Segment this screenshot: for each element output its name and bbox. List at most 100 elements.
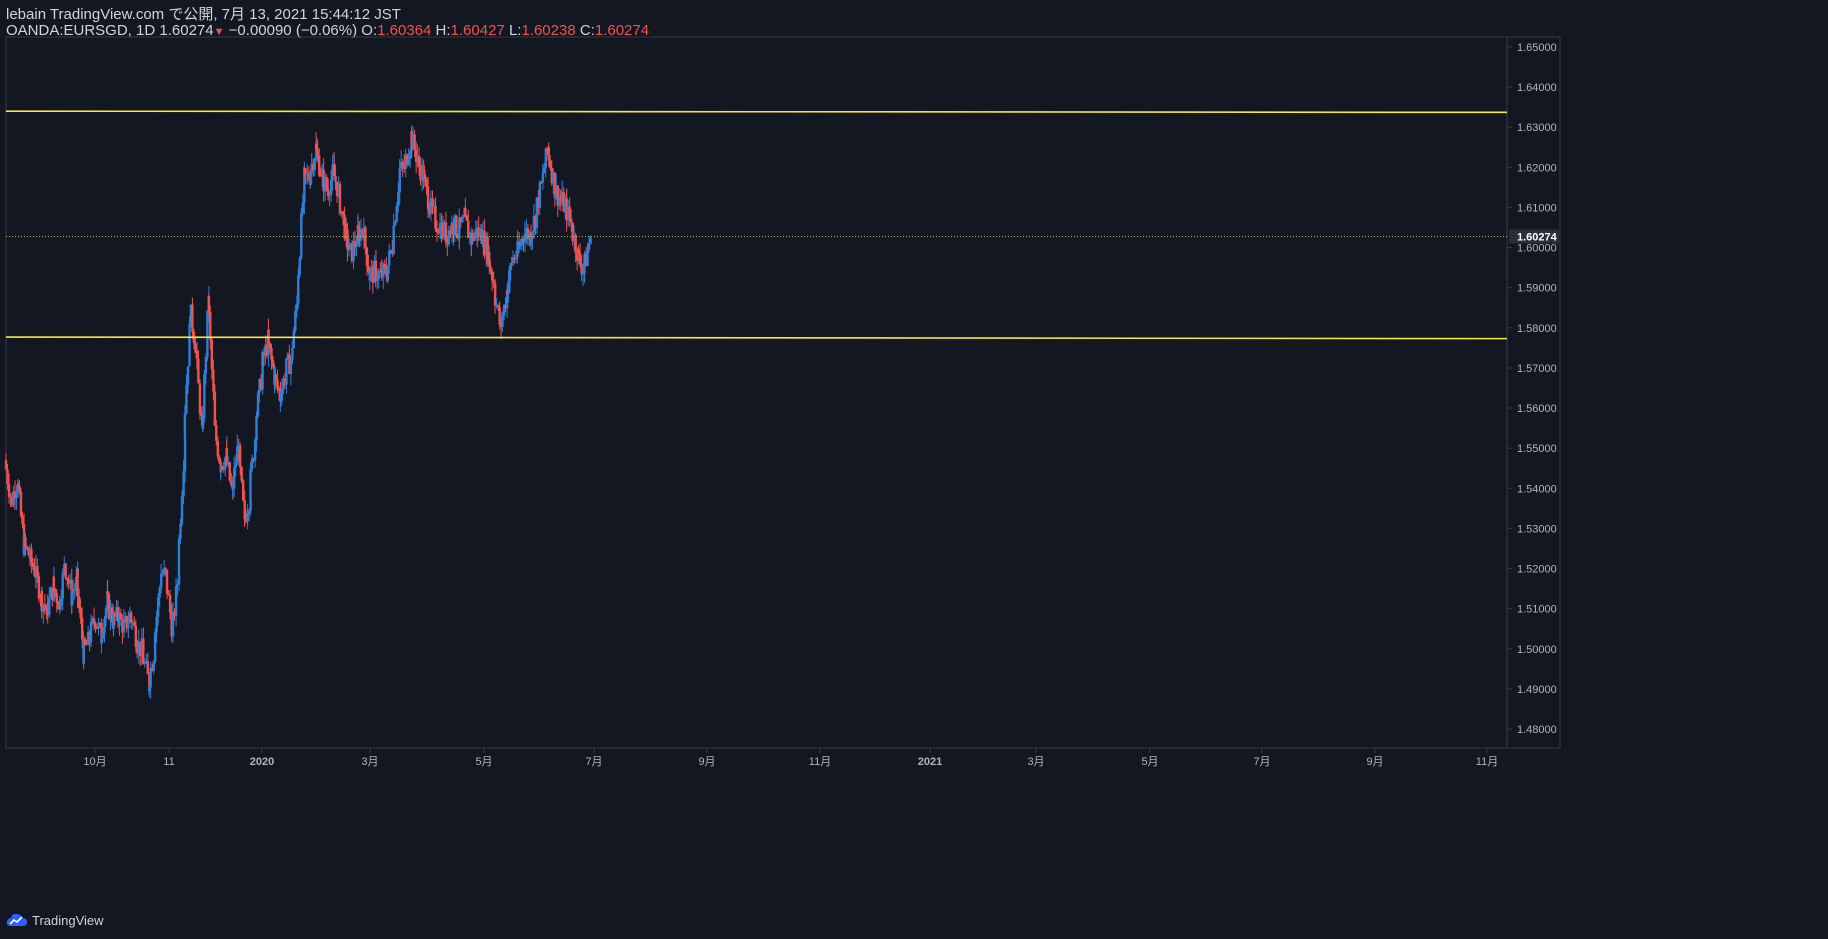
- x-tick-label: 3月: [1027, 756, 1044, 768]
- y-tick-label: 1.56000: [1517, 403, 1557, 415]
- candle-body: [18, 485, 21, 492]
- candle-body: [270, 348, 273, 360]
- chart-screen: lebain TradingView.com で公開, 7月 13, 2021 …: [0, 0, 1828, 939]
- candle-body: [538, 182, 542, 208]
- candle-body: [164, 568, 167, 571]
- horizontal-level-line[interactable]: [5, 110, 1508, 114]
- y-tick-label: 1.65000: [1517, 42, 1557, 54]
- y-tick-label: 1.50000: [1517, 644, 1557, 656]
- candle-body: [177, 539, 181, 577]
- candle-body: [89, 621, 93, 643]
- candle-body: [431, 198, 434, 208]
- candle-body: [462, 215, 466, 217]
- x-tick-label: 5月: [1141, 756, 1158, 768]
- candle-body: [279, 400, 282, 402]
- candle-body: [377, 270, 381, 279]
- candle-body: [210, 339, 214, 370]
- candle-body: [206, 310, 209, 358]
- candle-body: [76, 568, 79, 597]
- candle-body: [228, 462, 231, 481]
- candle-body: [496, 305, 500, 307]
- candle-body: [586, 249, 589, 266]
- candle-body: [268, 342, 272, 349]
- y-tick-label: 1.58000: [1517, 323, 1557, 335]
- y-tick-label: 1.51000: [1517, 604, 1557, 616]
- candle-body: [103, 618, 106, 634]
- candle-body: [589, 237, 592, 244]
- candle-body: [134, 625, 138, 648]
- candle-body: [64, 563, 67, 578]
- time-axis[interactable]: 10月 11 2020 3月 5月 7月 9月 11月 2021 3月 5月 7月 9月 11月: [83, 748, 1498, 768]
- x-tick-label: 3月: [361, 756, 378, 768]
- candle-body: [203, 373, 206, 419]
- candle-body: [356, 225, 360, 229]
- candle-body: [83, 638, 87, 644]
- candle-body: [185, 384, 188, 414]
- candle-body: [303, 167, 306, 169]
- candle-body: [413, 134, 416, 151]
- candle-body: [344, 223, 348, 230]
- price-chart[interactable]: 1.48000 1.49000 1.50000 1.51000 1.52000 1.530…: [0, 0, 1828, 939]
- candle-body: [487, 251, 491, 267]
- price-axis[interactable]: 1.48000 1.49000 1.50000 1.51000 1.52000 1.530…: [1507, 42, 1559, 736]
- candle-body: [319, 175, 322, 177]
- candle-body: [176, 584, 179, 587]
- candle-body: [209, 311, 212, 340]
- candle-body: [510, 262, 513, 266]
- candle-body: [425, 179, 428, 187]
- candle-body: [243, 516, 246, 519]
- candle-body: [531, 232, 534, 239]
- candle-body: [71, 591, 75, 594]
- candle-body: [285, 358, 288, 373]
- candle-body: [43, 604, 47, 608]
- candle-body: [234, 465, 237, 468]
- candle-body: [186, 366, 190, 385]
- candle-body: [455, 215, 458, 236]
- candle-body: [346, 229, 349, 250]
- candle-body: [498, 306, 501, 325]
- candle-body: [332, 163, 336, 176]
- candle-body: [549, 160, 552, 168]
- candle-body: [461, 216, 464, 223]
- candle-body: [4, 460, 8, 470]
- candle-body: [338, 184, 342, 214]
- candle-body: [30, 548, 33, 564]
- candle-body: [37, 576, 41, 599]
- candle-body: [434, 209, 437, 229]
- y-tick-label: 1.49000: [1517, 684, 1557, 696]
- horizontal-levels[interactable]: [5, 110, 1508, 340]
- candle-body: [238, 445, 242, 467]
- candle-body: [79, 608, 82, 618]
- candle-body: [374, 263, 377, 282]
- candle-body: [574, 234, 577, 253]
- candle-body: [212, 369, 215, 392]
- candle-body: [317, 155, 321, 176]
- candle-body: [393, 221, 397, 226]
- candle-body: [119, 613, 123, 619]
- candle-body: [341, 211, 345, 215]
- candle-body: [21, 516, 24, 525]
- candle-body: [473, 234, 476, 241]
- candle-body: [355, 245, 358, 248]
- horizontal-level-line[interactable]: [5, 336, 1508, 340]
- candle-body: [160, 578, 163, 588]
- candle-body: [514, 257, 518, 260]
- candle-body: [77, 596, 81, 609]
- candle-body: [232, 467, 236, 489]
- candle-body: [328, 194, 331, 197]
- candle-body: [201, 418, 205, 429]
- candle-body: [277, 387, 281, 391]
- footer-brand[interactable]: TradingView: [6, 910, 104, 930]
- candle-body: [577, 248, 580, 253]
- candle-body: [578, 252, 582, 265]
- candle-body: [376, 278, 379, 282]
- candle-body: [547, 147, 550, 161]
- candle-body: [508, 265, 512, 281]
- candle-body: [313, 158, 316, 171]
- candle-body: [465, 215, 468, 221]
- candle-body: [133, 622, 136, 626]
- x-tick-label: 11: [163, 756, 174, 768]
- candle-body: [198, 383, 202, 414]
- candle-body: [6, 469, 9, 485]
- candle-body: [291, 348, 294, 350]
